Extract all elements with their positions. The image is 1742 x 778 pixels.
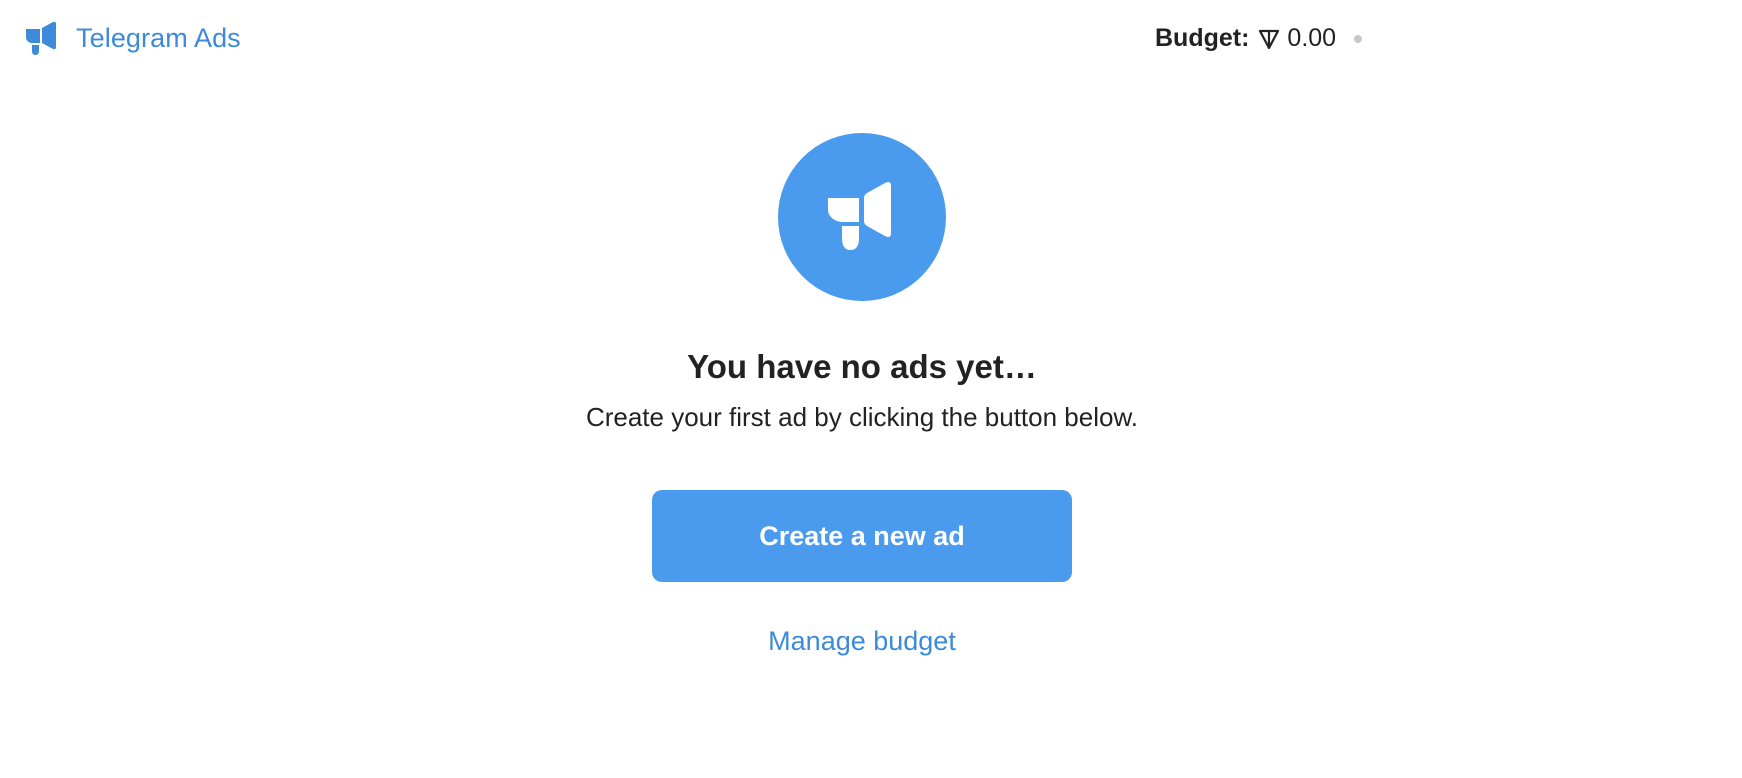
- empty-state: You have no ads yet… Create your first a…: [0, 133, 1724, 657]
- budget-label: Budget:: [1155, 24, 1250, 52]
- brand-name: Telegram Ads: [76, 22, 241, 53]
- manage-budget-link[interactable]: Manage budget: [768, 626, 956, 657]
- create-new-ad-button[interactable]: Create a new ad: [652, 490, 1072, 583]
- budget-value: 0.00: [1287, 24, 1337, 52]
- budget-indicator[interactable]: Budget: 0.00: [1155, 24, 1363, 52]
- status-dot: [1354, 34, 1363, 43]
- ton-icon: [1259, 29, 1280, 49]
- empty-state-illustration: [778, 133, 946, 301]
- page: Telegram Ads Budget: 0.00 You have no ad…: [0, 0, 1742, 778]
- empty-state-subtitle: Create your first ad by clicking the but…: [585, 401, 1139, 432]
- megaphone-icon: [828, 182, 891, 250]
- brand-logo-link[interactable]: Telegram Ads: [22, 20, 241, 56]
- empty-state-title: You have no ads yet…: [687, 348, 1037, 385]
- megaphone-icon: [26, 21, 56, 55]
